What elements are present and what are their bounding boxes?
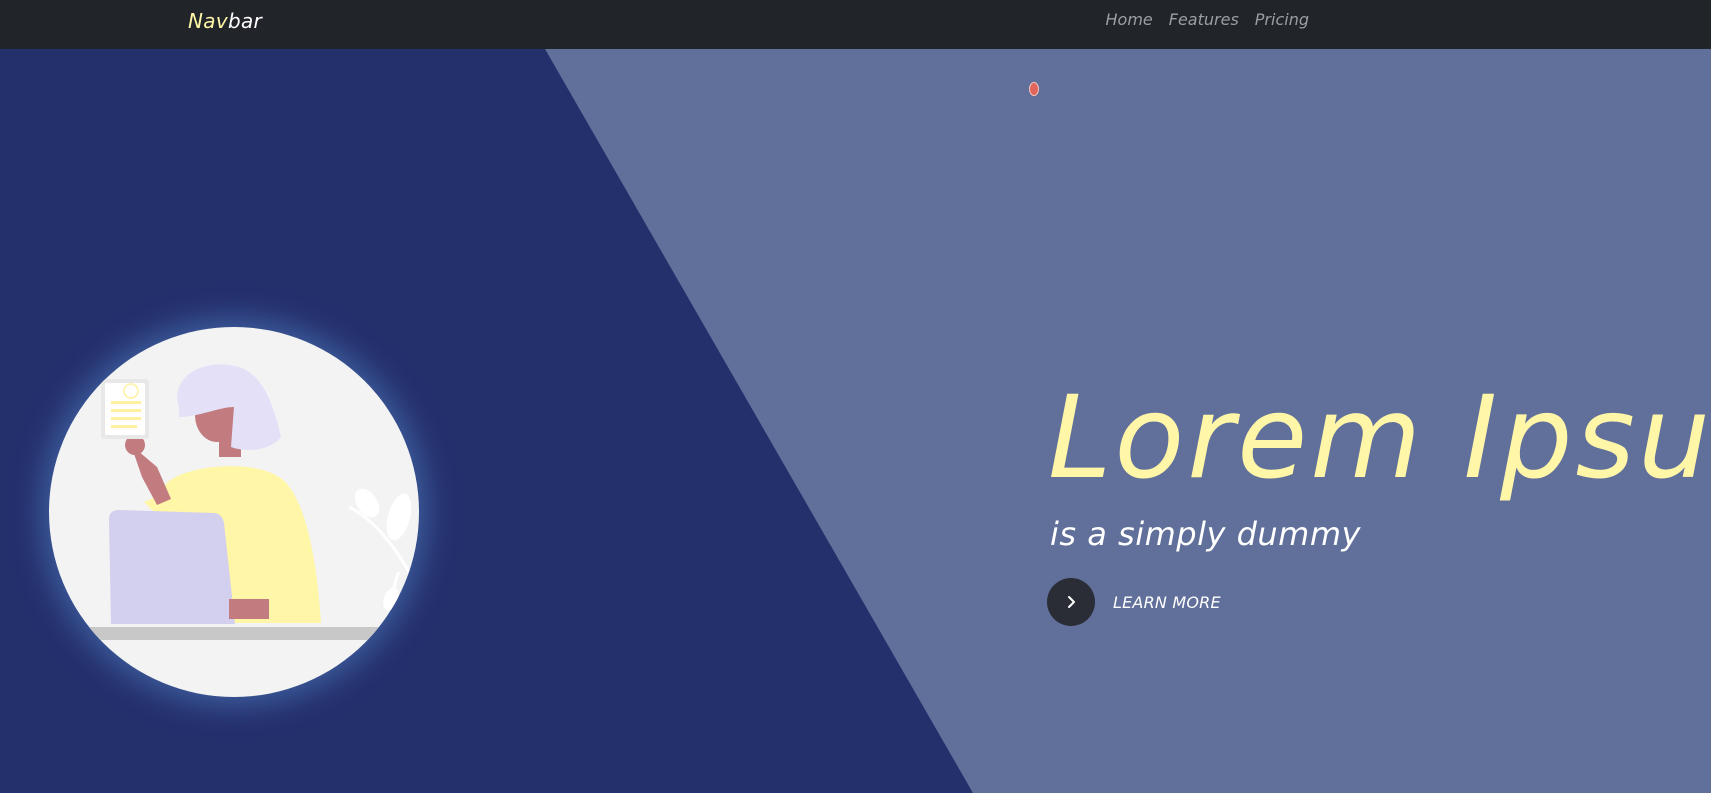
person-laptop-illustration [89, 364, 412, 640]
hero-section: Lorem Ipsum is a simply dummy LEARN MORE [0, 49, 1711, 793]
cta-circle[interactable] [1047, 578, 1095, 626]
nav-link-features[interactable]: Features [1169, 10, 1239, 29]
brand-first-part: Nav [188, 9, 228, 33]
learn-more-label[interactable]: LEARN MORE [1113, 593, 1221, 612]
nav-link-pricing[interactable]: Pricing [1255, 10, 1309, 29]
brand-second-part: bar [227, 9, 263, 33]
hero-headline: Lorem Ipsum [1048, 371, 1711, 504]
navbar-brand[interactable]: Navbar [188, 9, 262, 33]
hero-subheadline: is a simply dummy [1050, 515, 1361, 553]
nav-link-home[interactable]: Home [1106, 10, 1153, 29]
chevron-right-icon [1068, 596, 1075, 608]
learn-more-button[interactable]: LEARN MORE [1047, 578, 1221, 626]
decorative-dot [1029, 82, 1039, 96]
navbar: Navbar Home Features Pricing [0, 0, 1711, 49]
nav-links: Home Features Pricing [1106, 10, 1310, 29]
hero-illustration [49, 327, 419, 697]
